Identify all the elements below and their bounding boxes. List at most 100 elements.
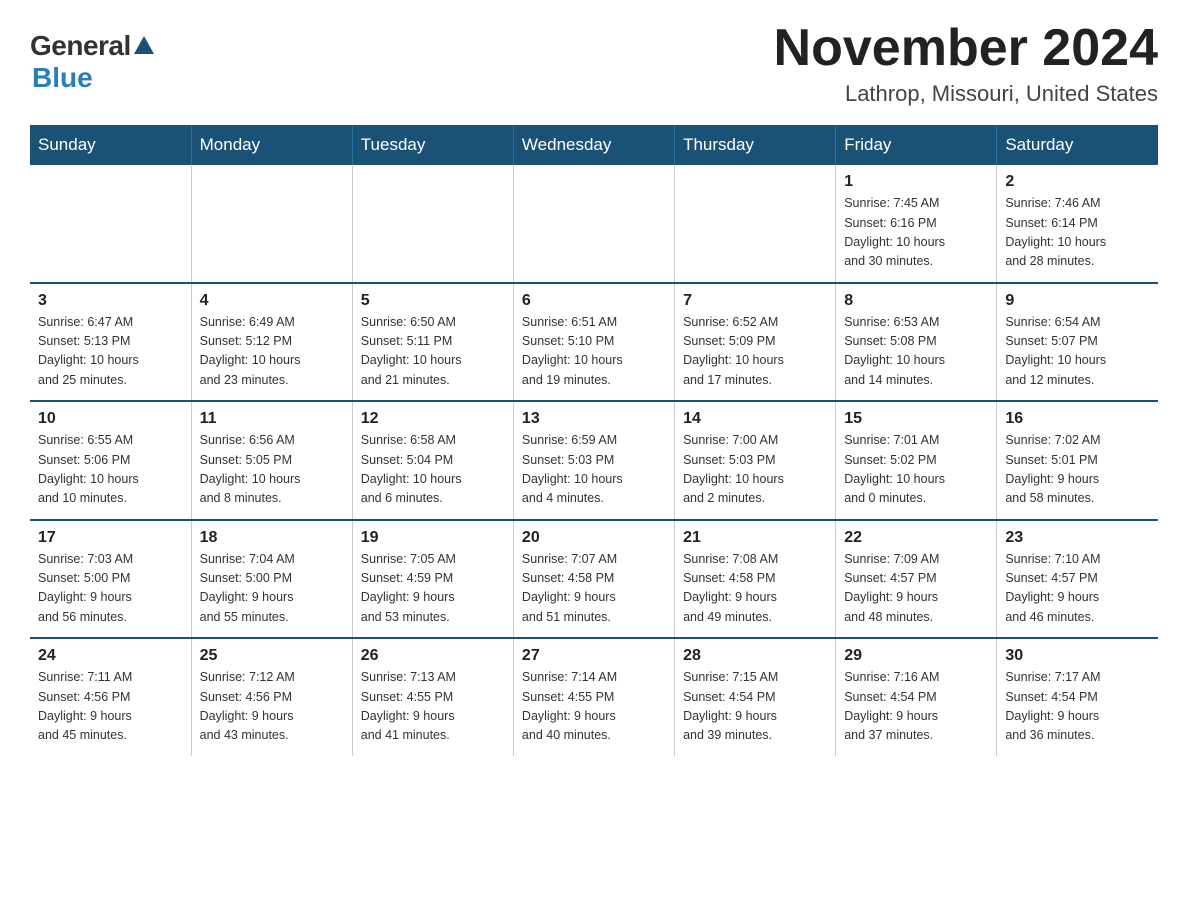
day-number: 22 bbox=[844, 529, 988, 547]
calendar-day-cell: 13 Sunrise: 6:59 AM Sunset: 5:03 PM Dayli… bbox=[513, 401, 674, 520]
logo: General Blue bbox=[30, 30, 154, 94]
calendar-header-row: SundayMondayTuesdayWednesdayThursdayFrid… bbox=[30, 125, 1158, 165]
month-title: November 2024 bbox=[774, 20, 1158, 77]
day-number: 4 bbox=[200, 292, 344, 310]
day-info: Sunrise: 7:11 AM Sunset: 4:56 PM Dayligh… bbox=[38, 668, 183, 746]
day-number: 28 bbox=[683, 647, 827, 665]
day-number: 1 bbox=[844, 173, 988, 191]
day-number: 8 bbox=[844, 292, 988, 310]
calendar-day-cell: 18Sunrise: 7:04 AM Sunset: 5:00 PM Dayli… bbox=[191, 520, 352, 639]
page-header: General Blue November 2024 Lathrop, Miss… bbox=[30, 20, 1158, 107]
calendar-day-cell: 12Sunrise: 6:58 AM Sunset: 5:04 PM Dayli… bbox=[352, 401, 513, 520]
calendar-week-row: 24 Sunrise: 7:11 AM Sunset: 4:56 PM Dayli… bbox=[30, 638, 1158, 756]
day-info: Sunrise: 7:16 AM Sunset: 4:54 PM Dayligh… bbox=[844, 668, 988, 746]
day-number: 2 bbox=[1005, 173, 1150, 191]
calendar-day-cell: 17Sunrise: 7:03 AM Sunset: 5:00 PM Dayli… bbox=[30, 520, 191, 639]
day-number: 12 bbox=[361, 410, 505, 428]
day-number: 27 bbox=[522, 647, 666, 665]
calendar-day-cell: 24 Sunrise: 7:11 AM Sunset: 4:56 PM Dayli… bbox=[30, 638, 191, 756]
day-number: 10 bbox=[38, 410, 183, 428]
day-info: Sunrise: 7:17 AM Sunset: 4:54 PM Dayligh… bbox=[1005, 668, 1150, 746]
calendar-day-cell: 20 Sunrise: 7:07 AM Sunset: 4:58 PM Dayli… bbox=[513, 520, 674, 639]
calendar-day-cell: 8 Sunrise: 6:53 AM Sunset: 5:08 PM Daylig… bbox=[836, 283, 997, 402]
logo-blue-text: Blue bbox=[32, 62, 93, 94]
day-info: Sunrise: 6:51 AM Sunset: 5:10 PM Dayligh… bbox=[522, 313, 666, 391]
day-number: 5 bbox=[361, 292, 505, 310]
day-of-week-header: Wednesday bbox=[513, 125, 674, 165]
day-info: Sunrise: 6:47 AM Sunset: 5:13 PM Dayligh… bbox=[38, 313, 183, 391]
calendar-day-cell: 19Sunrise: 7:05 AM Sunset: 4:59 PM Dayli… bbox=[352, 520, 513, 639]
day-info: Sunrise: 7:14 AM Sunset: 4:55 PM Dayligh… bbox=[522, 668, 666, 746]
day-of-week-header: Thursday bbox=[675, 125, 836, 165]
day-number: 7 bbox=[683, 292, 827, 310]
day-number: 20 bbox=[522, 529, 666, 547]
day-number: 11 bbox=[200, 410, 344, 428]
day-info: Sunrise: 6:56 AM Sunset: 5:05 PM Dayligh… bbox=[200, 431, 344, 509]
calendar-week-row: 17Sunrise: 7:03 AM Sunset: 5:00 PM Dayli… bbox=[30, 520, 1158, 639]
calendar-day-cell: 3 Sunrise: 6:47 AM Sunset: 5:13 PM Daylig… bbox=[30, 283, 191, 402]
day-info: Sunrise: 7:45 AM Sunset: 6:16 PM Dayligh… bbox=[844, 194, 988, 272]
day-number: 26 bbox=[361, 647, 505, 665]
day-info: Sunrise: 7:12 AM Sunset: 4:56 PM Dayligh… bbox=[200, 668, 344, 746]
day-number: 6 bbox=[522, 292, 666, 310]
day-info: Sunrise: 7:07 AM Sunset: 4:58 PM Dayligh… bbox=[522, 550, 666, 628]
day-info: Sunrise: 7:02 AM Sunset: 5:01 PM Dayligh… bbox=[1005, 431, 1150, 509]
day-info: Sunrise: 6:54 AM Sunset: 5:07 PM Dayligh… bbox=[1005, 313, 1150, 391]
calendar-week-row: 1 Sunrise: 7:45 AM Sunset: 6:16 PM Daylig… bbox=[30, 165, 1158, 283]
day-info: Sunrise: 7:13 AM Sunset: 4:55 PM Dayligh… bbox=[361, 668, 505, 746]
day-info: Sunrise: 7:10 AM Sunset: 4:57 PM Dayligh… bbox=[1005, 550, 1150, 628]
day-of-week-header: Sunday bbox=[30, 125, 191, 165]
calendar-day-cell: 29Sunrise: 7:16 AM Sunset: 4:54 PM Dayli… bbox=[836, 638, 997, 756]
calendar-day-cell: 28Sunrise: 7:15 AM Sunset: 4:54 PM Dayli… bbox=[675, 638, 836, 756]
calendar-day-cell: 26 Sunrise: 7:13 AM Sunset: 4:55 PM Dayli… bbox=[352, 638, 513, 756]
day-number: 13 bbox=[522, 410, 666, 428]
calendar-week-row: 3 Sunrise: 6:47 AM Sunset: 5:13 PM Daylig… bbox=[30, 283, 1158, 402]
title-area: November 2024 Lathrop, Missouri, United … bbox=[774, 20, 1158, 107]
day-info: Sunrise: 7:00 AM Sunset: 5:03 PM Dayligh… bbox=[683, 431, 827, 509]
day-number: 17 bbox=[38, 529, 183, 547]
calendar-day-cell: 4Sunrise: 6:49 AM Sunset: 5:12 PM Daylig… bbox=[191, 283, 352, 402]
calendar-day-cell: 22 Sunrise: 7:09 AM Sunset: 4:57 PM Dayli… bbox=[836, 520, 997, 639]
day-info: Sunrise: 7:01 AM Sunset: 5:02 PM Dayligh… bbox=[844, 431, 988, 509]
calendar-day-cell: 30Sunrise: 7:17 AM Sunset: 4:54 PM Dayli… bbox=[997, 638, 1158, 756]
calendar-day-cell: 7 Sunrise: 6:52 AM Sunset: 5:09 PM Daylig… bbox=[675, 283, 836, 402]
logo-triangle-icon bbox=[134, 36, 154, 54]
day-info: Sunrise: 7:04 AM Sunset: 5:00 PM Dayligh… bbox=[200, 550, 344, 628]
day-number: 9 bbox=[1005, 292, 1150, 310]
calendar-day-cell: 11 Sunrise: 6:56 AM Sunset: 5:05 PM Dayli… bbox=[191, 401, 352, 520]
day-number: 23 bbox=[1005, 529, 1150, 547]
calendar-day-cell bbox=[30, 165, 191, 283]
calendar-day-cell: 5Sunrise: 6:50 AM Sunset: 5:11 PM Daylig… bbox=[352, 283, 513, 402]
calendar-day-cell: 21Sunrise: 7:08 AM Sunset: 4:58 PM Dayli… bbox=[675, 520, 836, 639]
day-of-week-header: Tuesday bbox=[352, 125, 513, 165]
day-of-week-header: Monday bbox=[191, 125, 352, 165]
day-number: 25 bbox=[200, 647, 344, 665]
day-number: 14 bbox=[683, 410, 827, 428]
day-info: Sunrise: 7:46 AM Sunset: 6:14 PM Dayligh… bbox=[1005, 194, 1150, 272]
logo-general-text: General bbox=[30, 30, 131, 62]
calendar-table: SundayMondayTuesdayWednesdayThursdayFrid… bbox=[30, 125, 1158, 756]
day-info: Sunrise: 6:55 AM Sunset: 5:06 PM Dayligh… bbox=[38, 431, 183, 509]
calendar-day-cell: 2 Sunrise: 7:46 AM Sunset: 6:14 PM Daylig… bbox=[997, 165, 1158, 283]
day-info: Sunrise: 6:53 AM Sunset: 5:08 PM Dayligh… bbox=[844, 313, 988, 391]
day-number: 16 bbox=[1005, 410, 1150, 428]
calendar-day-cell: 15 Sunrise: 7:01 AM Sunset: 5:02 PM Dayli… bbox=[836, 401, 997, 520]
calendar-day-cell: 1 Sunrise: 7:45 AM Sunset: 6:16 PM Daylig… bbox=[836, 165, 997, 283]
calendar-day-cell bbox=[513, 165, 674, 283]
day-info: Sunrise: 7:09 AM Sunset: 4:57 PM Dayligh… bbox=[844, 550, 988, 628]
day-number: 15 bbox=[844, 410, 988, 428]
calendar-day-cell: 25 Sunrise: 7:12 AM Sunset: 4:56 PM Dayli… bbox=[191, 638, 352, 756]
day-number: 3 bbox=[38, 292, 183, 310]
calendar-day-cell bbox=[675, 165, 836, 283]
calendar-day-cell: 9 Sunrise: 6:54 AM Sunset: 5:07 PM Daylig… bbox=[997, 283, 1158, 402]
location-title: Lathrop, Missouri, United States bbox=[774, 81, 1158, 107]
calendar-day-cell: 10 Sunrise: 6:55 AM Sunset: 5:06 PM Dayli… bbox=[30, 401, 191, 520]
day-info: Sunrise: 6:59 AM Sunset: 5:03 PM Dayligh… bbox=[522, 431, 666, 509]
calendar-day-cell bbox=[191, 165, 352, 283]
day-info: Sunrise: 7:08 AM Sunset: 4:58 PM Dayligh… bbox=[683, 550, 827, 628]
day-number: 24 bbox=[38, 647, 183, 665]
calendar-day-cell: 14 Sunrise: 7:00 AM Sunset: 5:03 PM Dayli… bbox=[675, 401, 836, 520]
calendar-day-cell bbox=[352, 165, 513, 283]
calendar-day-cell: 16 Sunrise: 7:02 AM Sunset: 5:01 PM Dayli… bbox=[997, 401, 1158, 520]
day-info: Sunrise: 6:52 AM Sunset: 5:09 PM Dayligh… bbox=[683, 313, 827, 391]
